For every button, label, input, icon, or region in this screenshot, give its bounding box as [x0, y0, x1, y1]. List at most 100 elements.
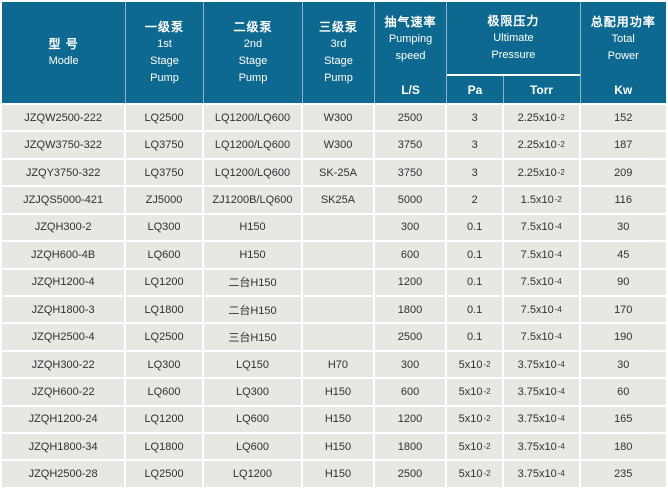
header-pump-2nd-en-line: Stage: [204, 53, 302, 70]
header-pump-3rd-zh: 三级泵: [303, 18, 374, 36]
cell-pressure-torr: 3.75x10-4: [504, 379, 581, 404]
header-power-en-line: Total: [581, 31, 667, 48]
cell-model: JZQY3750-322: [2, 160, 126, 185]
cell-pressure-pa: 5x10-2: [447, 434, 504, 459]
table-row: JZQH600-4BLQ600H150 6000.17.5x10-445: [2, 242, 666, 269]
cell-pump-3rd: [303, 324, 375, 349]
cell-pumping-speed: 300: [375, 215, 448, 240]
cell-power-kw: 152: [581, 105, 667, 130]
cell-pressure-torr: 7.5x10-4: [504, 215, 581, 240]
cell-pumping-speed: 1800: [375, 434, 448, 459]
header-total-power-title: 总配用功率 Total Power: [581, 2, 667, 76]
cell-pump-2nd: 二台H150: [204, 270, 303, 295]
table-row: JZQW3750-322LQ3750LQ1200/LQ600W300375032…: [2, 132, 666, 159]
cell-pressure-pa: 3: [447, 160, 504, 185]
cell-pressure-pa: 0.1: [447, 324, 504, 349]
table-row: JZQH2500-4LQ2500三台H15025000.17.5x10-4190: [2, 324, 666, 351]
cell-pump-1st: LQ600: [126, 379, 204, 404]
cell-pump-3rd: W300: [303, 105, 375, 130]
cell-power-kw: 209: [581, 160, 667, 185]
cell-pump-1st: LQ600: [126, 242, 204, 267]
cell-pressure-torr: 2.25x10-2: [504, 160, 581, 185]
cell-pressure-pa: 5x10-2: [447, 461, 504, 486]
cell-pumping-speed: 5000: [375, 187, 448, 212]
cell-pump-2nd: LQ600: [204, 434, 303, 459]
cell-pump-3rd: [303, 270, 375, 295]
cell-pressure-pa: 5x10-2: [447, 352, 504, 377]
header-pumping-speed-zh: 抽气速率: [375, 13, 447, 31]
cell-pump-2nd: LQ150: [204, 352, 303, 377]
header-pressure-en-line: Pressure: [447, 47, 579, 64]
cell-power-kw: 116: [581, 187, 667, 212]
cell-pump-2nd: LQ600: [204, 407, 303, 432]
cell-pumping-speed: 3750: [375, 160, 448, 185]
cell-pump-3rd: H150: [303, 461, 375, 486]
cell-pump-1st: LQ1800: [126, 297, 204, 322]
cell-pressure-torr: 1.5x10-2: [504, 187, 581, 212]
cell-pump-1st: LQ3750: [126, 132, 204, 157]
cell-power-kw: 60: [581, 379, 667, 404]
cell-pump-2nd: 三台H150: [204, 324, 303, 349]
header-pump-1st-en-line: Stage: [126, 53, 203, 70]
cell-model: JZQW2500-222: [2, 105, 126, 130]
cell-pump-2nd: LQ300: [204, 379, 303, 404]
header-unit-pa: Pa: [447, 76, 503, 103]
cell-pump-1st: LQ1200: [126, 270, 204, 295]
cell-pumping-speed: 600: [375, 379, 448, 404]
cell-pump-2nd: 二台H150: [204, 297, 303, 322]
cell-pressure-torr: 7.5x10-4: [504, 324, 581, 349]
cell-power-kw: 165: [581, 407, 667, 432]
table-row: JZQH2500-28LQ2500LQ1200H15025005x10-23.7…: [2, 461, 666, 486]
cell-pump-3rd: H150: [303, 379, 375, 404]
table-header-row: 型 号 Modle 一级泵 1st Stage Pump 二级泵 2nd Sta…: [2, 2, 666, 105]
cell-model: JZQH600-4B: [2, 242, 126, 267]
header-power-unit: Kw: [581, 76, 667, 103]
header-pressure-zh: 极限压力: [447, 12, 579, 30]
header-model-zh: 型 号: [2, 35, 125, 53]
cell-pump-2nd: LQ1200/LQ600: [204, 105, 303, 130]
cell-pumping-speed: 1200: [375, 407, 448, 432]
cell-pump-3rd: W300: [303, 132, 375, 157]
cell-pressure-pa: 0.1: [447, 242, 504, 267]
header-pumping-speed: 抽气速率 Pumping speed L/S: [375, 2, 448, 103]
cell-pumping-speed: 2500: [375, 461, 448, 486]
table-row: JZQH1800-34LQ1800LQ600H15018005x10-23.75…: [2, 434, 666, 461]
cell-pump-2nd: H150: [204, 215, 303, 240]
header-pumping-speed-en-line: Pumping: [375, 31, 447, 48]
cell-pressure-pa: 3: [447, 132, 504, 157]
cell-pumping-speed: 600: [375, 242, 448, 267]
table-row: JZQH1200-24LQ1200LQ600H15012005x10-23.75…: [2, 407, 666, 434]
cell-pumping-speed: 1800: [375, 297, 448, 322]
cell-pressure-pa: 0.1: [447, 215, 504, 240]
cell-power-kw: 45: [581, 242, 667, 267]
cell-pumping-speed: 2500: [375, 324, 448, 349]
cell-pressure-torr: 7.5x10-4: [504, 242, 581, 267]
cell-pump-3rd: [303, 297, 375, 322]
header-pressure-en-line: Ultimate: [447, 30, 579, 47]
cell-power-kw: 170: [581, 297, 667, 322]
cell-pump-2nd: H150: [204, 242, 303, 267]
header-model-en: Modle: [2, 53, 125, 70]
cell-pressure-torr: 2.25x10-2: [504, 132, 581, 157]
cell-power-kw: 190: [581, 324, 667, 349]
table-body: JZQW2500-222LQ2500LQ1200/LQ600W300250032…: [2, 105, 666, 487]
header-pump-3rd-en-line: 3rd: [303, 36, 374, 53]
cell-pump-1st: LQ300: [126, 215, 204, 240]
cell-power-kw: 30: [581, 215, 667, 240]
cell-model: JZQH2500-28: [2, 461, 126, 486]
cell-pressure-torr: 3.75x10-4: [504, 407, 581, 432]
cell-pump-1st: LQ2500: [126, 461, 204, 486]
cell-pump-3rd: [303, 215, 375, 240]
cell-pump-2nd: LQ1200/LQ600: [204, 160, 303, 185]
cell-pump-3rd: [303, 242, 375, 267]
cell-pump-3rd: H150: [303, 407, 375, 432]
header-pump-1st-zh: 一级泵: [126, 18, 203, 36]
cell-model: JZQH1200-24: [2, 407, 126, 432]
cell-pressure-pa: 2: [447, 187, 504, 212]
cell-pressure-torr: 7.5x10-4: [504, 270, 581, 295]
cell-model: JZQH1200-4: [2, 270, 126, 295]
cell-pump-1st: LQ300: [126, 352, 204, 377]
table-row: JZQW2500-222LQ2500LQ1200/LQ600W300250032…: [2, 105, 666, 132]
cell-model: JZQH300-22: [2, 352, 126, 377]
table-row: JZJQS5000-421ZJ5000ZJ1200B/LQ600SK25A500…: [2, 187, 666, 214]
